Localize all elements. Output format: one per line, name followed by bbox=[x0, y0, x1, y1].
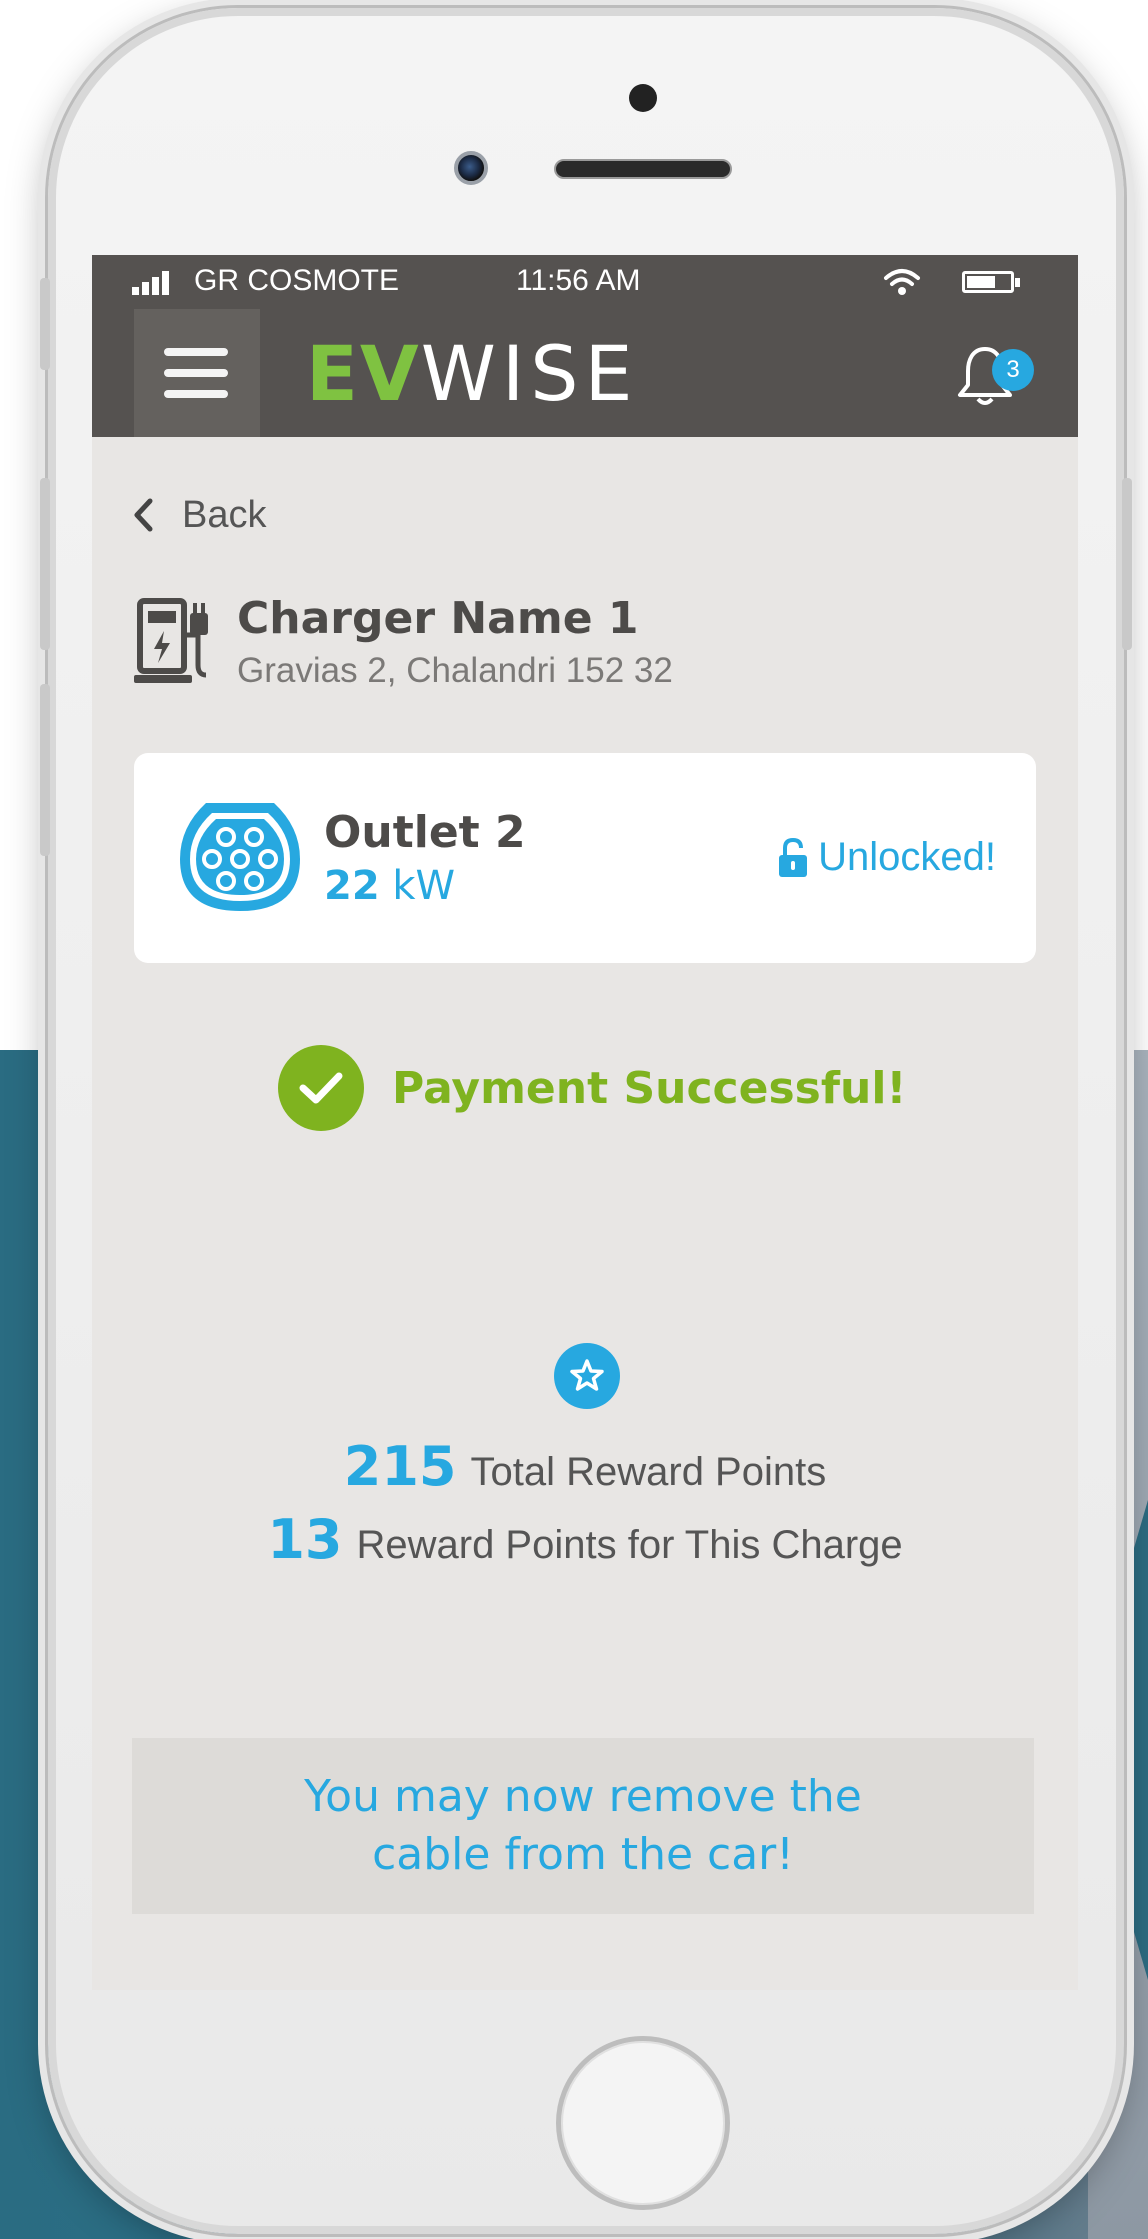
app-screen: GR COSMOTE 11:56 AM EV WISE 3 Back Charg… bbox=[92, 255, 1078, 1990]
charger-address: Gravias 2, Chalandri 152 32 bbox=[237, 651, 673, 690]
front-camera bbox=[454, 151, 488, 185]
front-sensor bbox=[629, 84, 657, 112]
charge-points-value: 13 bbox=[267, 1508, 343, 1571]
charger-name: Charger Name 1 bbox=[237, 593, 639, 644]
back-label: Back bbox=[182, 493, 267, 536]
outlet-power-value: 22 bbox=[324, 863, 380, 909]
charge-points-label: Reward Points for This Charge bbox=[356, 1523, 903, 1567]
payment-message: Payment Successful! bbox=[392, 1062, 907, 1114]
home-button[interactable] bbox=[556, 2036, 730, 2210]
volume-down-button bbox=[40, 684, 50, 856]
payment-status: Payment Successful! bbox=[278, 1045, 906, 1131]
total-points-value: 215 bbox=[343, 1435, 457, 1498]
outlet-power: 22 kW bbox=[324, 863, 455, 909]
app-header: EV WISE 3 bbox=[92, 309, 1078, 437]
outlet-status-label: Unlocked! bbox=[818, 835, 996, 879]
outlet-card: Outlet 2 22 kW Unlocked! bbox=[134, 753, 1036, 963]
status-time: 11:56 AM bbox=[516, 264, 641, 297]
total-reward-points: 215 Total Reward Points bbox=[92, 1435, 1078, 1498]
notice-line-1: You may now remove the bbox=[304, 1771, 862, 1822]
signal-icon bbox=[132, 271, 172, 295]
hamburger-menu-button[interactable] bbox=[134, 309, 260, 437]
earpiece-speaker bbox=[554, 159, 732, 179]
charging-station-icon bbox=[134, 598, 208, 683]
outlet-status: Unlocked! bbox=[778, 835, 996, 880]
status-bar: GR COSMOTE 11:56 AM bbox=[92, 255, 1078, 309]
mute-switch bbox=[40, 278, 50, 370]
outlet-power-unit: kW bbox=[392, 863, 456, 909]
charge-reward-points: 13 Reward Points for This Charge bbox=[92, 1508, 1078, 1571]
total-points-label: Total Reward Points bbox=[470, 1450, 827, 1494]
notice-line-2: cable from the car! bbox=[372, 1829, 794, 1880]
logo-wise-text: WISE bbox=[420, 328, 639, 418]
wifi-icon bbox=[884, 269, 920, 295]
battery-icon bbox=[962, 271, 1020, 293]
reward-star-icon bbox=[554, 1343, 620, 1409]
remove-cable-notice: You may now remove the cable from the ca… bbox=[132, 1738, 1034, 1914]
volume-up-button bbox=[40, 478, 50, 650]
unlocked-padlock-icon bbox=[779, 837, 808, 877]
check-circle-icon bbox=[278, 1045, 364, 1131]
type2-connector-icon bbox=[180, 803, 300, 911]
notification-badge: 3 bbox=[992, 349, 1034, 391]
back-button[interactable]: Back bbox=[132, 485, 266, 545]
chevron-left-icon bbox=[134, 498, 153, 532]
power-button bbox=[1122, 478, 1132, 650]
logo-ev-text: EV bbox=[306, 328, 421, 418]
outlet-name: Outlet 2 bbox=[324, 807, 526, 858]
carrier-name: GR COSMOTE bbox=[194, 264, 400, 297]
evwise-logo: EV WISE bbox=[306, 323, 666, 423]
